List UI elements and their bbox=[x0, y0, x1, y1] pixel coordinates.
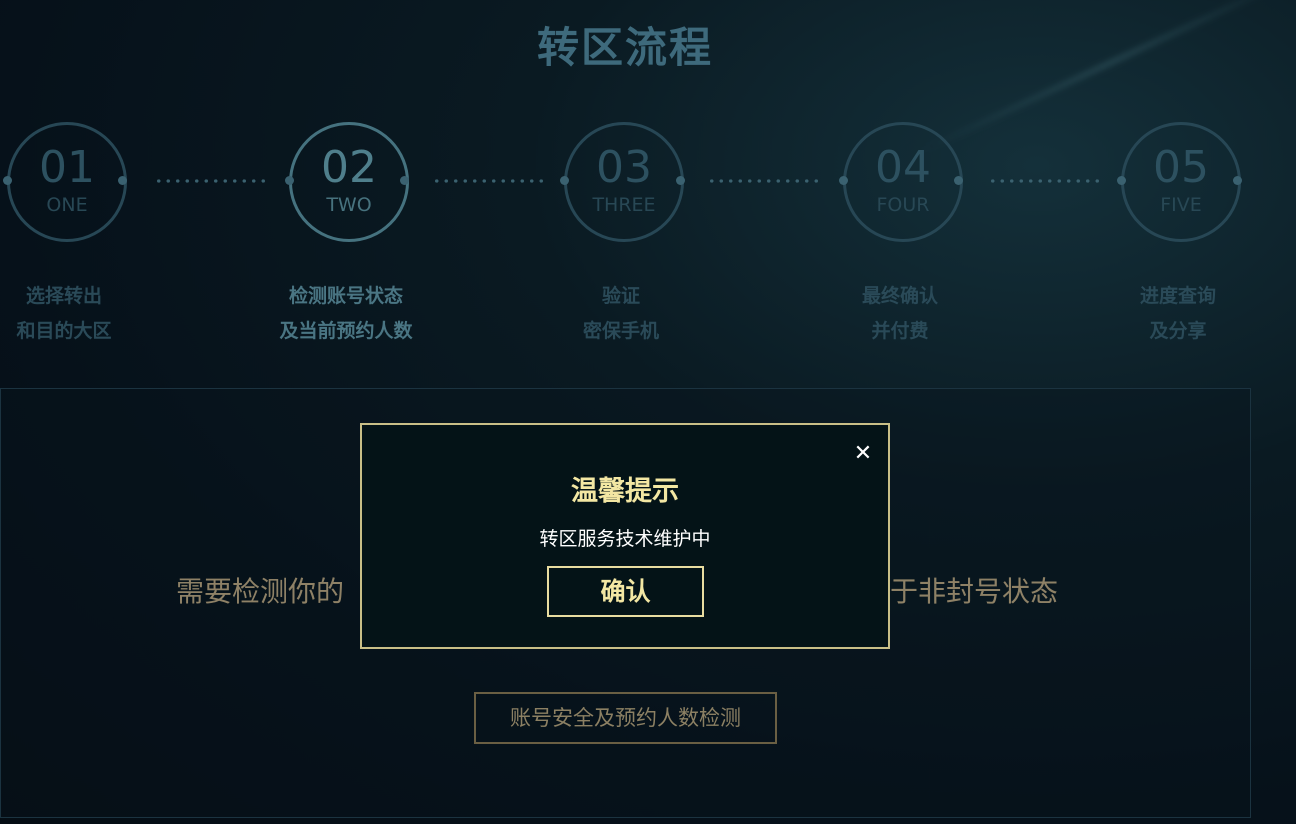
step-label-line1: 最终确认 bbox=[861, 285, 938, 307]
step-connector-dot bbox=[676, 176, 685, 185]
panel-text-left: 需要检测你的 bbox=[176, 575, 345, 608]
step-label-line2: 及当前预约人数 bbox=[279, 320, 413, 342]
step-4: 04 FOUR bbox=[843, 122, 963, 242]
step-label-line1: 选择转出 bbox=[25, 285, 102, 307]
step-label-4: 最终确认 并付费 bbox=[800, 279, 1000, 349]
step-connector-dot bbox=[560, 176, 569, 185]
step-label-line2: 密保手机 bbox=[582, 320, 659, 342]
step-label-line2: 及分享 bbox=[1149, 320, 1207, 342]
step-word: FOUR bbox=[876, 194, 930, 216]
step-number: 05 bbox=[1153, 142, 1209, 193]
step-word: TWO bbox=[326, 194, 372, 216]
step-label-line1: 进度查询 bbox=[1139, 285, 1216, 307]
modal-message: 转区服务技术维护中 bbox=[539, 528, 711, 550]
step-connector-dot bbox=[285, 176, 294, 185]
step-dotted-line bbox=[988, 179, 1100, 183]
step-word: ONE bbox=[46, 194, 88, 216]
step-number: 03 bbox=[596, 142, 652, 193]
step-1: 01 ONE bbox=[7, 122, 127, 242]
step-connector-dot bbox=[1233, 176, 1242, 185]
step-word: THREE bbox=[592, 194, 656, 216]
step-label-line2: 并付费 bbox=[871, 320, 929, 342]
step-connector-dot bbox=[400, 176, 409, 185]
close-icon[interactable]: ✕ bbox=[852, 443, 874, 465]
step-label-3: 验证 密保手机 bbox=[521, 279, 721, 349]
step-label-1: 选择转出 和目的大区 bbox=[0, 279, 164, 349]
step-dotted-line bbox=[154, 179, 266, 183]
step-label-5: 进度查询 及分享 bbox=[1078, 279, 1278, 349]
step-5: 05 FIVE bbox=[1121, 122, 1241, 242]
panel-text-right: 于非封号状态 bbox=[890, 575, 1059, 608]
step-connector-dot bbox=[1117, 176, 1126, 185]
step-connector-dot bbox=[3, 176, 12, 185]
step-label-2: 检测账号状态 及当前预约人数 bbox=[246, 279, 446, 349]
account-check-button[interactable]: 账号安全及预约人数检测 bbox=[474, 692, 777, 744]
confirm-button[interactable]: 确认 bbox=[547, 566, 704, 617]
notice-modal: ✕ 温馨提示 转区服务技术维护中 确认 bbox=[360, 423, 890, 649]
step-connector-dot bbox=[118, 176, 127, 185]
step-number: 01 bbox=[39, 142, 95, 193]
step-label-line2: 和目的大区 bbox=[16, 320, 112, 342]
step-label-line1: 验证 bbox=[601, 285, 640, 307]
step-number: 04 bbox=[875, 142, 931, 193]
step-label-line1: 检测账号状态 bbox=[288, 285, 403, 307]
modal-title: 温馨提示 bbox=[571, 476, 679, 507]
step-connector-dot bbox=[954, 176, 963, 185]
step-3: 03 THREE bbox=[564, 122, 684, 242]
step-dotted-line bbox=[707, 179, 819, 183]
page-title: 转区流程 bbox=[536, 23, 713, 72]
step-2: 02 TWO bbox=[289, 122, 409, 242]
step-number: 02 bbox=[321, 142, 377, 193]
step-connector-dot bbox=[839, 176, 848, 185]
step-word: FIVE bbox=[1160, 194, 1202, 216]
step-dotted-line bbox=[432, 179, 544, 183]
